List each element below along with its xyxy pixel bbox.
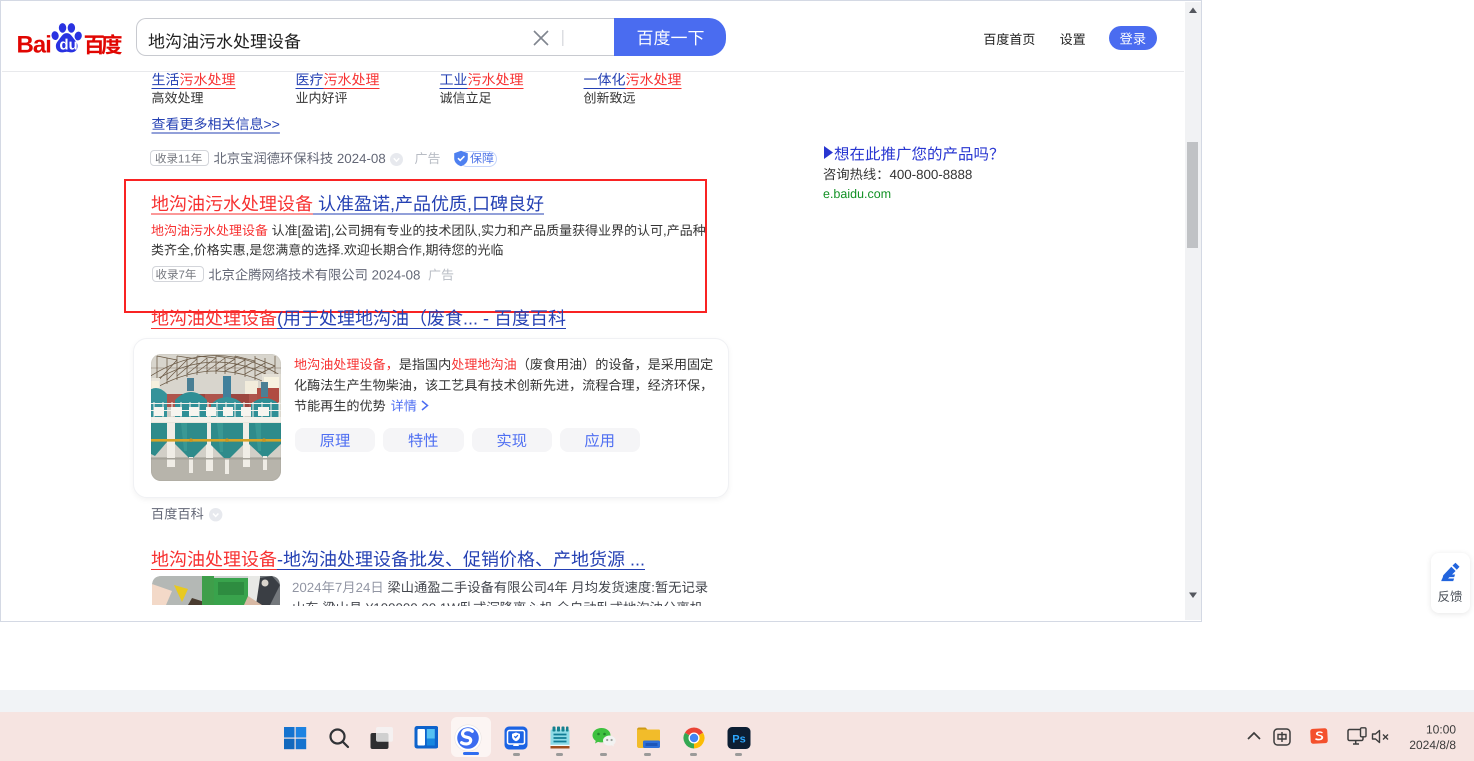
svg-text:Ps: Ps (732, 734, 745, 746)
